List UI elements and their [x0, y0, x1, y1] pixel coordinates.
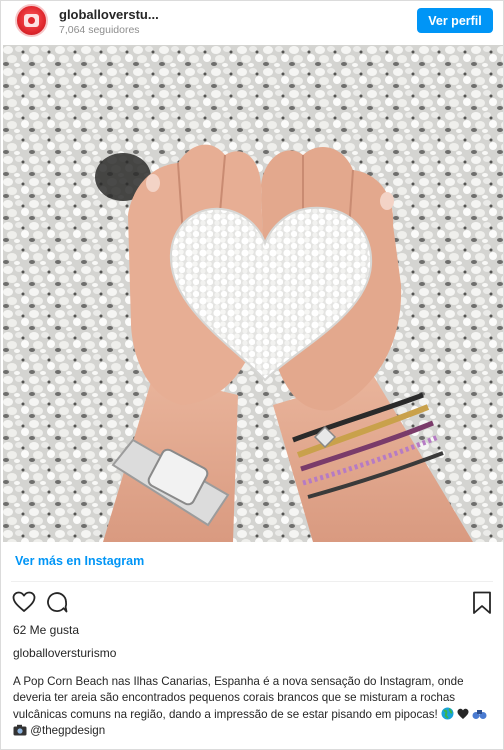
- heart-icon[interactable]: [12, 591, 36, 613]
- follower-count: 7,064 seguidores: [59, 24, 140, 36]
- divider: [11, 581, 493, 582]
- avatar-logo-dot: [28, 17, 35, 24]
- post-image-illustration: [3, 45, 503, 542]
- avatar[interactable]: [15, 4, 48, 37]
- username[interactable]: globalloverstu...: [59, 7, 159, 22]
- heart-emoji-icon: [457, 708, 469, 719]
- instagram-embed: globalloverstu... 7,064 seguidores Ver p…: [0, 0, 504, 750]
- bookmark-icon[interactable]: [471, 591, 493, 615]
- view-more-on-instagram-link[interactable]: Ver más en Instagram: [15, 554, 144, 568]
- post-header: globalloverstu... 7,064 seguidores Ver p…: [1, 1, 503, 43]
- like-count[interactable]: 62 Me gusta: [13, 623, 79, 637]
- caption-username[interactable]: globalloversturismo: [13, 646, 116, 660]
- globe-emoji-icon: [441, 707, 454, 720]
- binoculars-emoji-icon: [472, 709, 487, 719]
- camera-emoji-icon: [13, 725, 27, 736]
- caption: A Pop Corn Beach nas Ilhas Canarias, Esp…: [13, 674, 497, 740]
- view-profile-button[interactable]: Ver perfil: [417, 8, 493, 33]
- post-image[interactable]: [3, 45, 503, 542]
- caption-text: A Pop Corn Beach nas Ilhas Canarias, Esp…: [13, 675, 464, 721]
- comment-icon[interactable]: [45, 590, 69, 614]
- caption-credit[interactable]: @thegpdesign: [30, 724, 105, 737]
